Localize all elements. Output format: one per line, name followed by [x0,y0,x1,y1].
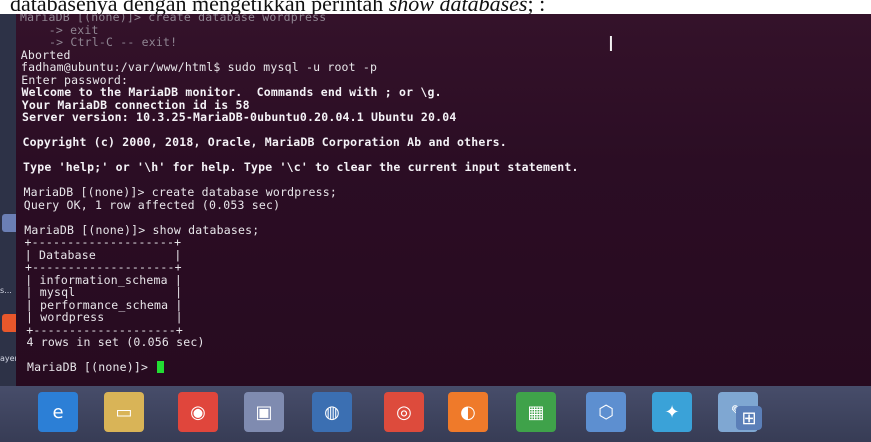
taskbar: e▭◉▣◍◎◐▦⬡✦✎⊞ [0,386,871,442]
edge-icon[interactable]: e [38,392,78,432]
edge-icon-glyph: e [52,401,64,423]
media-icon-glyph: ◉ [190,401,206,423]
terminal-cursor [157,361,165,373]
window-icon[interactable]: ▣ [244,392,284,432]
settings-icon-glyph: ✦ [664,401,680,423]
network-icon-glyph: ⊞ [741,407,757,429]
virtualbox-icon[interactable]: ⬡ [586,392,626,432]
window-icon-glyph: ▣ [255,401,273,423]
terminal-line: MariaDB [(none)]> [27,360,165,374]
firefox-icon-glyph: ◐ [460,401,476,423]
file-explorer-icon-glyph: ▭ [115,401,133,423]
camera-icon[interactable]: ◍ [312,392,352,432]
settings-icon[interactable]: ✦ [652,392,692,432]
terminal-line: Copyright (c) 2000, 2018, Oracle, MariaD… [22,135,507,149]
terminal-line: Server version: 10.3.25-MariaDB-0ubuntu0… [22,110,457,124]
text-cursor-icon: I [608,32,614,56]
terminal-line: 4 rows in set (0.056 sec) [26,335,205,349]
file-explorer-icon[interactable]: ▭ [104,392,144,432]
terminal-window[interactable]: MariaDB [(none)]> create database wordpr… [16,14,871,386]
chrome-icon-glyph: ◎ [396,401,412,423]
terminal-line: Query OK, 1 row affected (0.053 sec) [23,197,281,212]
network-icon[interactable]: ⊞ [736,406,762,430]
store-icon[interactable]: ▦ [516,392,556,432]
chrome-icon[interactable]: ◎ [384,392,424,432]
virtualbox-icon-glyph: ⬡ [598,401,614,423]
camera-icon-glyph: ◍ [324,401,340,423]
terminal-output: MariaDB [(none)]> create database wordpr… [16,14,871,386]
store-icon-glyph: ▦ [527,401,545,423]
sidebar-label-1: s... [0,286,12,295]
terminal-line: Type 'help;' or '\h' for help. Type '\c'… [23,160,579,174]
media-icon[interactable]: ◉ [178,392,218,432]
firefox-icon[interactable]: ◐ [448,392,488,432]
